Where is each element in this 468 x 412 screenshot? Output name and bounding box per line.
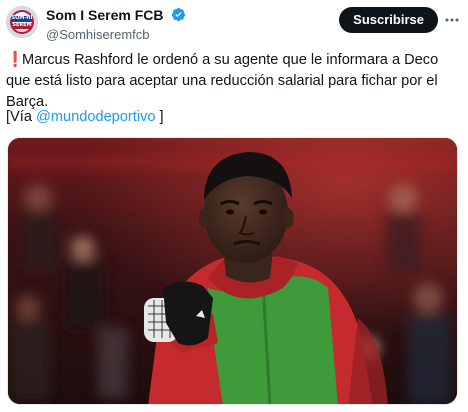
via-prefix: [Vía [6,109,37,125]
subscribe-button[interactable]: Suscribirse [339,7,438,33]
account-avatar[interactable]: SOM-HI SEREM [6,6,38,38]
tweet-media[interactable] [7,137,458,405]
avatar-text-top: SOM-HI [11,15,33,21]
avatar-text-bottom: SEREM [12,22,32,28]
more-options-icon[interactable] [444,12,460,28]
account-names: Som I Serem FCB @Somhiseremfcb [46,6,186,42]
exclamation-icon: ❗ [6,52,25,68]
tweet-text: Marcus Rashford le ordenó a su agente qu… [6,52,439,110]
tweet-body: ❗ Marcus Rashford le ordenó a su agente … [6,50,456,113]
verified-badge-icon[interactable] [171,7,186,22]
tweet-source-line: [Vía @mundodeportivo ] [6,107,164,128]
tweet-header: SOM-HI SEREM Som I Serem FCB @Somhiserem… [6,6,462,42]
account-display-name[interactable]: Som I Serem FCB [46,7,163,23]
mention-link[interactable]: @mundodeportivo [36,109,155,125]
account-handle[interactable]: @Somhiseremfcb [46,27,186,42]
photo-of-football-player [8,138,457,404]
via-suffix: ] [155,109,164,125]
more-dots-icon [445,18,459,22]
